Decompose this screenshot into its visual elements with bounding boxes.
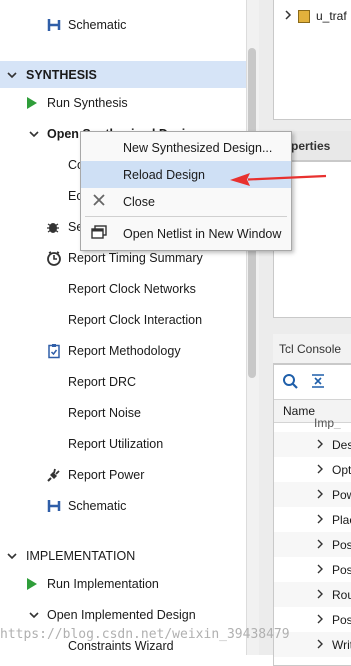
flow-navigator: Schematic SYNTHESIS Run Synthesis Open S… <box>0 0 246 655</box>
section-title: SYNTHESIS <box>26 67 97 82</box>
watermark: https://blog.csdn.net/weixin_39438479 <box>0 627 290 642</box>
schematic-icon <box>46 17 62 33</box>
row-label: Des <box>332 437 351 452</box>
nav-item-report-power[interactable]: Report Power <box>0 463 246 487</box>
menu-item-new-synthesized-design[interactable]: New Synthesized Design... <box>81 134 291 161</box>
nav-item-report-methodology[interactable]: Report Methodology <box>0 339 246 363</box>
table-row[interactable]: Plac <box>274 507 351 532</box>
nav-item-label: Run Implementation <box>47 577 159 591</box>
module-icon <box>298 9 310 23</box>
clipboard-check-icon <box>46 343 62 359</box>
chevron-right-icon[interactable] <box>316 563 324 577</box>
menu-item-label: Open Netlist in New Window <box>123 226 282 241</box>
run-icon <box>27 97 37 109</box>
column-header-label: Name <box>283 404 316 418</box>
section-title: IMPLEMENTATION <box>26 549 136 563</box>
chevron-right-icon[interactable] <box>316 463 324 477</box>
nav-item-label: Report Methodology <box>68 344 181 358</box>
nav-item-label: Open Implemented Design <box>47 608 196 622</box>
menu-item-label: Reload Design <box>123 167 205 182</box>
chevron-down-icon[interactable] <box>5 549 19 563</box>
chevron-down-icon[interactable] <box>27 127 41 141</box>
annotation-arrow-icon <box>230 173 327 186</box>
tab-tcl-console[interactable]: Tcl Console <box>273 334 351 364</box>
context-menu: New Synthesized Design... Reload Design … <box>80 131 292 251</box>
menu-item-close[interactable]: Close <box>81 188 291 215</box>
right-panels: u_traf roperties Tcl Console Name Imp_ D… <box>259 0 351 666</box>
row-label: Rou <box>332 587 351 602</box>
section-implementation[interactable]: IMPLEMENTATION <box>0 544 246 568</box>
chevron-right-icon[interactable] <box>316 513 324 527</box>
power-plug-icon <box>46 467 62 483</box>
nav-item-run-synthesis[interactable]: Run Synthesis <box>0 91 246 115</box>
table-row[interactable]: Rou <box>274 582 351 607</box>
clock-icon <box>46 250 62 266</box>
row-label: Pos <box>332 612 351 627</box>
table-row[interactable]: Opt <box>274 457 351 482</box>
chevron-right-icon[interactable] <box>284 9 292 23</box>
nav-item-label: Report Clock Networks <box>68 282 196 296</box>
schematic-icon <box>46 498 62 514</box>
nav-item-label: Report Utilization <box>68 437 164 451</box>
nav-item-schematic[interactable]: Schematic <box>0 494 246 518</box>
table-row[interactable]: Des <box>274 432 351 457</box>
row-label: Imp_ <box>314 417 341 429</box>
row-label: Pos <box>332 537 351 552</box>
search-icon[interactable] <box>282 373 298 392</box>
nav-item-label: Schematic <box>68 499 127 513</box>
row-label: Plac <box>332 512 351 527</box>
table-row[interactable]: Pos <box>274 557 351 582</box>
nav-item-label: Report Power <box>68 468 145 482</box>
nav-item-open-implemented-design[interactable]: Open Implemented Design <box>0 603 246 627</box>
nav-item-label: Report Clock Interaction <box>68 313 203 327</box>
nav-item-report-drc[interactable]: Report DRC <box>0 370 246 394</box>
chevron-down-icon[interactable] <box>27 608 41 622</box>
run-icon <box>27 578 37 590</box>
chevron-right-icon[interactable] <box>316 638 324 652</box>
nav-item-label: Report Noise <box>68 406 141 420</box>
menu-separator <box>85 216 287 217</box>
chevron-down-icon[interactable] <box>5 68 19 82</box>
tree-item[interactable]: u_traf <box>284 9 347 23</box>
row-label: Opt <box>332 462 351 477</box>
nav-item-label: Report DRC <box>68 375 137 389</box>
menu-item-label: New Synthesized Design... <box>123 140 273 155</box>
nav-item-label: Run Synthesis <box>47 96 128 110</box>
nav-item-report-noise[interactable]: Report Noise <box>0 401 246 425</box>
tab-label: Tcl Console <box>279 341 342 356</box>
chevron-right-icon[interactable] <box>316 438 324 452</box>
row-label: Pow <box>332 487 351 502</box>
nav-item-run-implementation[interactable]: Run Implementation <box>0 572 246 596</box>
nav-item-label: Schematic <box>68 18 127 32</box>
row-label: Pos <box>332 562 351 577</box>
menu-item-label: Close <box>123 194 155 209</box>
chevron-right-icon[interactable] <box>316 613 324 627</box>
chevron-right-icon[interactable] <box>316 538 324 552</box>
chevron-right-icon[interactable] <box>316 488 324 502</box>
bug-icon <box>45 219 61 235</box>
nav-item-report-clock-networks[interactable]: Report Clock Networks <box>0 277 246 301</box>
section-synthesis[interactable]: SYNTHESIS <box>0 61 246 88</box>
table-row[interactable]: Pow <box>274 482 351 507</box>
close-icon <box>92 193 106 210</box>
hierarchy-panel: u_traf <box>273 0 351 120</box>
table-row[interactable]: Pos <box>274 532 351 557</box>
tcl-console-panel: Name Imp_ Des Opt Pow Plac Pos Pos <box>273 364 351 666</box>
nav-item-label: Report Timing Summary <box>68 251 203 265</box>
collapse-all-icon[interactable] <box>310 373 326 392</box>
table-row[interactable]: Imp_ <box>274 417 351 429</box>
console-toolbar <box>282 373 326 392</box>
tree-item-label: u_traf <box>316 9 347 23</box>
nav-item-schematic-top[interactable]: Schematic <box>0 13 246 37</box>
chevron-right-icon[interactable] <box>316 588 324 602</box>
nav-item-report-clock-interaction[interactable]: Report Clock Interaction <box>0 308 246 332</box>
nav-item-report-utilization[interactable]: Report Utilization <box>0 432 246 456</box>
menu-item-open-netlist-new-window[interactable]: Open Netlist in New Window <box>81 220 291 247</box>
new-window-icon <box>91 225 107 242</box>
row-label: Writ <box>332 637 351 652</box>
